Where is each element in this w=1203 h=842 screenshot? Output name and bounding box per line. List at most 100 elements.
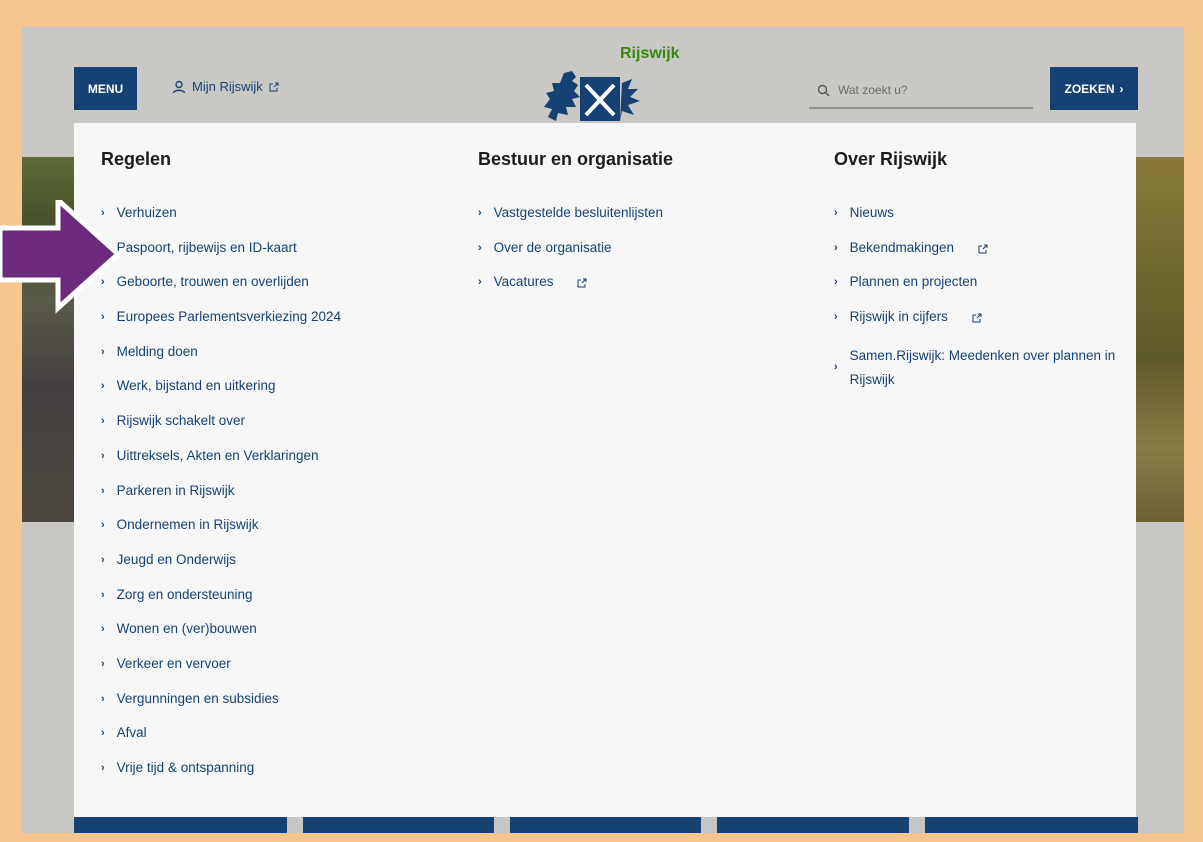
menu-item-label: Verhuizen xyxy=(116,205,177,220)
external-link-icon xyxy=(972,313,982,323)
menu-item-label: Zorg en ondersteuning xyxy=(116,586,253,602)
menu-item[interactable]: › Samen.Rijswijk: Meedenken over plannen … xyxy=(834,344,1140,392)
menu-item-label: Melding doen xyxy=(116,343,198,359)
annotation-arrow-icon xyxy=(0,200,122,314)
chevron-right-icon: › xyxy=(101,762,105,774)
menu-item-label: Bekendmakingen xyxy=(849,239,954,255)
quicklink-tile[interactable] xyxy=(74,817,287,833)
menu-item[interactable]: › Verkeer en vervoer xyxy=(101,656,341,691)
mijn-rijswijk-link[interactable]: Mijn Rijswijk xyxy=(172,79,279,94)
menu-item-label: Rijswijk in cijfers xyxy=(849,309,948,325)
quicklink-tile[interactable] xyxy=(303,817,494,833)
menu-list: › Nieuws › Bekendmakingen › Plannen en projec… xyxy=(834,205,1140,392)
menu-item[interactable]: › Geboorte, trouwen en overlijden xyxy=(101,274,341,309)
menu-item[interactable]: › Uittreksels, Akten en Verklaringen xyxy=(101,448,341,483)
menu-item[interactable]: › Ondernemen in Rijswijk xyxy=(101,517,341,552)
menu-item[interactable]: › Jeugd en Onderwijs xyxy=(101,552,341,587)
column-title: Over Rijswijk xyxy=(834,149,948,169)
chevron-right-icon: › xyxy=(478,241,482,254)
menu-item-label: Paspoort, rijbewijs en ID-kaart xyxy=(116,239,297,255)
menu-item-label: Vergunningen en subsidies xyxy=(116,690,279,706)
menu-item-label: Vrije tijd & ontspanning xyxy=(116,760,255,775)
chevron-right-icon: › xyxy=(101,588,105,601)
quicklink-tile[interactable] xyxy=(717,817,909,833)
menu-item[interactable]: › Melding doen xyxy=(101,344,341,379)
menu-item-label: Vastgestelde besluitenlijsten xyxy=(493,205,664,220)
chevron-right-icon: › xyxy=(478,207,482,219)
search-input[interactable] xyxy=(838,83,1018,97)
menu-item[interactable]: › Plannen en projecten xyxy=(834,274,1140,309)
search-icon xyxy=(817,84,830,96)
background-photo-right xyxy=(1136,157,1184,522)
column-title: Regelen xyxy=(101,149,172,169)
chevron-right-icon: › xyxy=(834,276,838,289)
chevron-right-icon: › xyxy=(834,311,838,324)
menu-button[interactable]: MENU xyxy=(74,67,137,110)
chevron-right-icon: › xyxy=(834,241,838,254)
menu-item-label: Nieuws xyxy=(849,205,894,220)
menu-item-label: Vacatures xyxy=(493,274,554,290)
external-link-icon xyxy=(978,244,988,254)
menu-item[interactable]: › Verhuizen xyxy=(101,205,341,240)
menu-item[interactable]: › Bekendmakingen xyxy=(834,240,1140,275)
menu-item-label: Jeugd en Onderwijs xyxy=(116,551,236,567)
chevron-right-icon: › xyxy=(101,380,105,393)
menu-item-label: Afval xyxy=(116,725,147,741)
quicklink-tile[interactable] xyxy=(510,817,701,833)
column-title: Bestuur en organisatie xyxy=(478,149,674,169)
menu-item[interactable]: › Europees Parlementsverkiezing 2024 xyxy=(101,309,341,344)
chevron-right-icon: › xyxy=(834,361,838,374)
chevron-right-icon: › xyxy=(101,657,105,670)
menu-item[interactable]: › Vrije tijd & ontspanning xyxy=(101,760,341,795)
menu-item-label: Europees Parlementsverkiezing 2024 xyxy=(116,309,342,325)
menu-column-over-rijswijk: Over Rijswijk › Nieuws › Bekendmakingen › Pla… xyxy=(834,149,1134,387)
menu-item[interactable]: › Rijswijk schakelt over xyxy=(101,413,341,448)
external-link-icon xyxy=(577,278,587,288)
menu-column-regelen: Regelen ›Verhuizen›Paspoort, rijbewijs e… xyxy=(101,149,341,775)
menu-item-label: Plannen en projecten xyxy=(849,274,978,290)
menu-item[interactable]: ›Paspoort, rijbewijs en ID-kaart xyxy=(101,240,341,275)
user-icon xyxy=(172,80,186,93)
zoeken-label: ZOEKEN xyxy=(1064,81,1115,96)
menu-item[interactable]: › Werk, bijstand en uitkering xyxy=(101,378,341,413)
chevron-right-icon: › xyxy=(101,484,105,497)
menu-item[interactable]: › Parkeren in Rijswijk xyxy=(101,483,341,518)
quicklink-tile[interactable] xyxy=(925,817,1138,833)
chevron-right-icon: › xyxy=(101,553,105,566)
menu-item-label: Werk, bijstand en uitkering xyxy=(116,378,276,394)
menu-item-label: Rijswijk schakelt over xyxy=(116,413,245,429)
rijswijk-emblem-icon[interactable] xyxy=(542,67,642,125)
menu-item[interactable]: › Vastgestelde besluitenlijsten xyxy=(478,205,663,240)
menu-item-label: Parkeren in Rijswijk xyxy=(116,482,235,498)
chevron-right-icon: › xyxy=(101,345,105,358)
chevron-right-icon: › xyxy=(101,692,105,705)
mijn-rijswijk-label: Mijn Rijswijk xyxy=(192,79,263,94)
browser-viewport: MENU Mijn Rijswijk Rijswijk ZOEKEN › Reg… xyxy=(22,27,1184,833)
chevron-right-icon: › xyxy=(478,276,482,289)
menu-item-label: Geboorte, trouwen en overlijden xyxy=(116,274,309,290)
menu-item[interactable]: › Vacatures xyxy=(478,274,663,309)
chevron-right-icon: › xyxy=(101,449,105,462)
zoeken-button[interactable]: ZOEKEN › xyxy=(1050,67,1138,110)
chevron-right-icon: › xyxy=(834,207,838,219)
menu-list: › Vastgestelde besluitenlijsten › Over de o… xyxy=(478,205,663,309)
menu-item[interactable]: › Wonen en (ver)bouwen xyxy=(101,621,341,656)
menu-item[interactable]: › Rijswijk in cijfers xyxy=(834,309,1140,344)
chevron-right-icon: › xyxy=(101,415,105,428)
menu-item-label: Uittreksels, Akten en Verklaringen xyxy=(116,447,319,463)
chevron-right-icon: › xyxy=(101,519,105,532)
menu-item[interactable]: › Over de organisatie xyxy=(478,240,663,275)
menu-item-label: Verkeer en vervoer xyxy=(116,655,231,671)
menu-item[interactable]: › Nieuws xyxy=(834,205,1140,240)
search-field[interactable] xyxy=(809,73,1033,109)
menu-item[interactable]: › Afval xyxy=(101,725,341,760)
menu-item[interactable]: › Zorg en ondersteuning xyxy=(101,587,341,622)
logo-wordmark[interactable]: Rijswijk xyxy=(620,45,680,63)
menu-column-bestuur: Bestuur en organisatie › Vastgestelde bes… xyxy=(478,149,674,289)
external-link-icon xyxy=(269,82,279,91)
chevron-right-icon: › xyxy=(101,623,105,636)
menu-item[interactable]: › Vergunningen en subsidies xyxy=(101,691,341,726)
menu-item-label: Wonen en (ver)bouwen xyxy=(116,621,257,637)
menu-item-label: Ondernemen in Rijswijk xyxy=(116,517,259,533)
chevron-right-icon: › xyxy=(101,727,105,740)
